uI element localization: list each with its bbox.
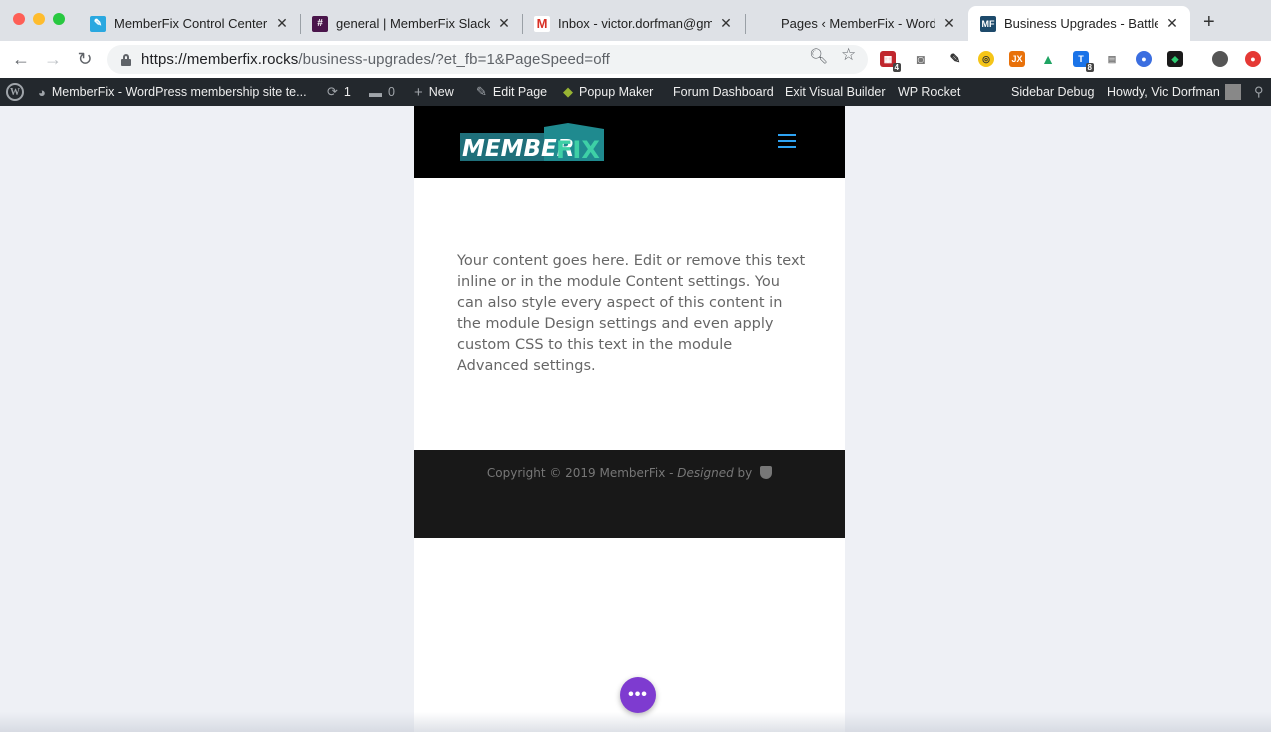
gmail-icon: M [534, 15, 550, 32]
bottom-shadow [0, 712, 1271, 732]
builder-options-button[interactable]: ••• [620, 677, 656, 713]
browser-toolbar: ← → ↻ https://memberfix.rocks/business-u… [0, 41, 1271, 78]
updates-count: 1 [343, 85, 351, 99]
wp-admin-bar: W ◕ MemberFix - WordPress membership sit… [0, 78, 1271, 106]
wordpress-logo-icon[interactable]: W [6, 78, 24, 106]
extension-badge: 8 [1085, 63, 1094, 72]
browser-tab[interactable]: M Inbox - victor.dorfman@gm ✕ [522, 6, 744, 41]
bookmark-star-icon[interactable]: ☆ [841, 45, 856, 65]
memberfix-mf-icon: MF [980, 15, 996, 32]
footer-credits: Copyright © 2019 MemberFix - Designed by [414, 466, 845, 480]
tab-title: Inbox - victor.dorfman@gm [558, 16, 712, 31]
popup-maker-menu[interactable]: ◆ Popup Maker [563, 78, 653, 106]
sidebar-debug-label: Sidebar Debug [1011, 85, 1095, 99]
tab-close-icon[interactable]: ✕ [274, 15, 290, 32]
account-menu[interactable]: Howdy, Vic Dorfman [1107, 78, 1241, 106]
popup-maker-icon: ◆ [563, 84, 573, 99]
edit-page-link[interactable]: ✎ Edit Page [476, 78, 547, 106]
wp-rocket-label: WP Rocket [898, 85, 961, 99]
site-footer: Copyright © 2019 MemberFix - Designed by [414, 450, 845, 538]
new-content-menu[interactable]: + New [414, 78, 454, 106]
window-minimize-button[interactable] [33, 13, 45, 25]
sidebar-debug-link[interactable]: Sidebar Debug [1011, 78, 1094, 106]
comments-menu[interactable]: ▬ 0 [369, 78, 395, 106]
comments-count: 0 [388, 85, 395, 99]
address-bar[interactable]: https://memberfix.rocks/business-upgrade… [107, 45, 868, 74]
window-maximize-button[interactable] [53, 13, 65, 25]
extension-icon[interactable]: ◆ [1167, 51, 1183, 67]
pen-extension-icon[interactable]: ✎ [947, 51, 963, 67]
dashboard-icon: ◕ [38, 84, 46, 100]
back-arrow-icon[interactable]: ← [10, 49, 32, 70]
extension-icon[interactable]: T8 [1073, 51, 1094, 72]
camera-icon[interactable]: ◙ [913, 51, 929, 67]
forward-arrow-icon[interactable]: → [42, 49, 64, 70]
text-module-content[interactable]: Your content goes here. Edit or remove t… [457, 251, 807, 377]
profile-avatar[interactable] [1212, 51, 1228, 67]
browser-tab-active[interactable]: MF Business Upgrades - Battle ✕ [968, 6, 1190, 41]
browser-tab[interactable]: # general | MemberFix Slack ✕ [300, 6, 522, 41]
memberfix-logo[interactable]: MEMBER FIX [460, 123, 604, 163]
wp-rocket-menu[interactable]: WP Rocket [898, 78, 960, 106]
wordpress-tab-icon [757, 16, 773, 32]
page-canvas: MEMBER FIX Your content goes here. Edit … [414, 106, 845, 732]
site-header: MEMBER FIX [414, 106, 845, 178]
jx-extension-icon[interactable]: JX [1009, 51, 1025, 67]
howdy-label: Howdy, Vic Dorfman [1107, 85, 1220, 99]
zoom-search-icon[interactable]: 🔍︎ [809, 47, 828, 65]
browser-tab[interactable]: ✎ MemberFix Control Center ✕ [78, 6, 300, 41]
url-text[interactable]: https://memberfix.rocks/business-upgrade… [141, 51, 610, 68]
popup-maker-label: Popup Maker [579, 85, 654, 99]
tab-close-icon[interactable]: ✕ [718, 15, 734, 32]
url-path: /business-upgrades/?et_fb=1&PageSpeed=of… [298, 51, 610, 68]
browser-tab[interactable]: Pages ‹ MemberFix - Word ✕ [745, 6, 967, 41]
new-tab-button[interactable]: + [1203, 11, 1215, 34]
tab-close-icon[interactable]: ✕ [941, 15, 957, 32]
tab-close-icon[interactable]: ✕ [1164, 15, 1180, 32]
tab-title: Business Upgrades - Battle [1004, 16, 1158, 31]
exit-builder-label: Exit Visual Builder [785, 85, 886, 99]
plus-icon: + [414, 83, 423, 101]
url-host: https://memberfix.rocks [141, 51, 299, 68]
window-close-button[interactable] [13, 13, 25, 25]
memberfix-tab-icon: ✎ [90, 15, 106, 32]
extension-icon[interactable]: ▤ [1104, 51, 1120, 67]
browser-tab-strip: ✎ MemberFix Control Center ✕ # general |… [0, 0, 1271, 41]
new-label: New [428, 85, 454, 99]
user-avatar [1224, 84, 1241, 100]
comment-bubble-icon: ▬ [369, 84, 382, 100]
pencil-icon: ✎ [476, 84, 487, 99]
reload-icon[interactable]: ↻ [74, 49, 96, 70]
extension-icon[interactable]: ▦ 4 [880, 51, 901, 72]
updates-icon: ⟳ [327, 84, 338, 99]
updates-menu[interactable]: ⟳ 1 [327, 78, 351, 106]
forum-dashboard-label: Forum Dashboard [673, 85, 774, 99]
extension-badge: 4 [892, 63, 901, 72]
tab-close-icon[interactable]: ✕ [496, 15, 512, 32]
site-name-label: MemberFix - WordPress membership site te… [51, 85, 307, 99]
hamburger-menu-icon[interactable] [778, 134, 796, 152]
edit-page-label: Edit Page [492, 85, 548, 99]
slack-icon: # [312, 15, 328, 32]
site-name-menu[interactable]: ◕ MemberFix - WordPress membership site … [38, 78, 307, 106]
shield-icon [760, 466, 773, 479]
tab-title: general | MemberFix Slack [336, 16, 490, 31]
extension-icon[interactable]: ● [1136, 51, 1152, 67]
exit-visual-builder-link[interactable]: Exit Visual Builder [785, 78, 886, 106]
google-drive-icon[interactable]: ▲ [1040, 51, 1056, 67]
extension-icon[interactable]: ● [1245, 51, 1261, 67]
svg-text:FIX: FIX [556, 136, 600, 163]
extension-icon[interactable]: ◎ [978, 51, 994, 67]
admin-search-icon[interactable]: ⚲ [1254, 78, 1264, 106]
tab-title: Pages ‹ MemberFix - Word [781, 16, 935, 31]
forum-dashboard-link[interactable]: Forum Dashboard [673, 78, 774, 106]
lock-icon [121, 53, 131, 66]
tab-title: MemberFix Control Center [114, 16, 268, 31]
